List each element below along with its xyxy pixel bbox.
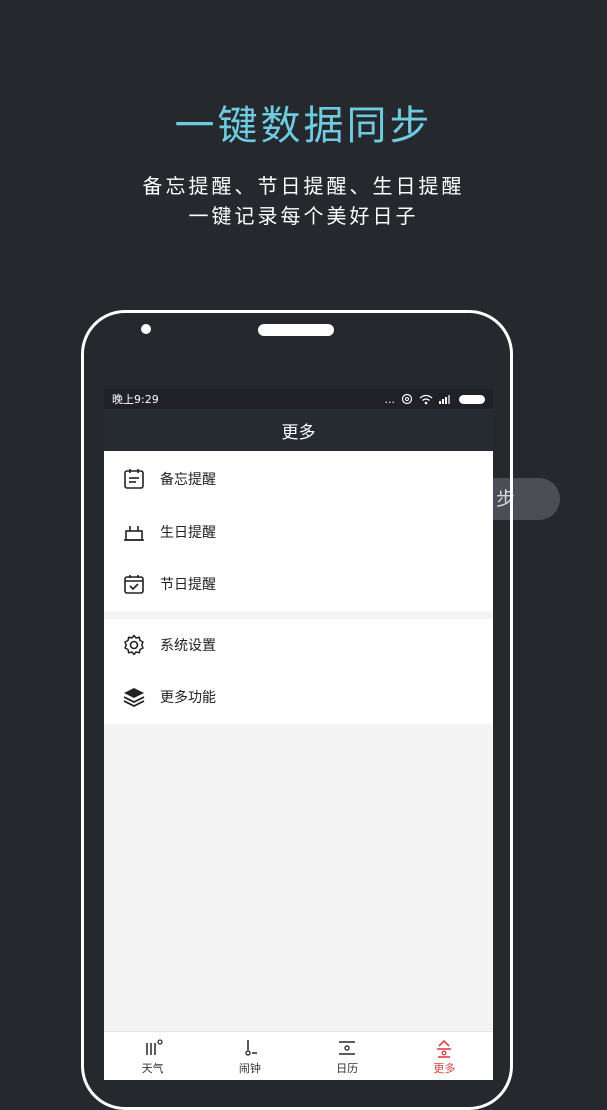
menu-item-settings[interactable]: 系统设置 [104, 619, 493, 672]
memo-icon [124, 469, 144, 490]
menu-item-birthday[interactable]: 生日提醒 [104, 506, 493, 559]
nav-bar: 更多 [104, 409, 493, 451]
promo-line-1: 备忘提醒、节日提醒、生日提醒 [142, 174, 465, 198]
gear-icon [124, 634, 144, 655]
calendar-check-icon [124, 575, 144, 595]
menu-group-reminders: 备忘提醒 生日提醒 节日提醒 [104, 451, 493, 611]
weather-icon [145, 1038, 163, 1055]
battery-icon [459, 394, 485, 404]
promo-line-2: 一键记录每个美好日子 [188, 204, 419, 228]
tab-label: 天气 [141, 1061, 164, 1075]
cake-icon [124, 525, 144, 541]
status-bar: 晚上9:29 ... [104, 389, 493, 409]
tab-label: 日历 [336, 1061, 359, 1075]
tab-alarm[interactable]: 闹钟 [215, 1037, 285, 1076]
menu-item-more-features[interactable]: 更多功能 [104, 671, 493, 724]
tab-label: 更多 [433, 1061, 456, 1075]
tab-label: 闹钟 [238, 1061, 261, 1075]
promo-headline: 一键数据同步 [174, 103, 433, 149]
phone-camera [141, 324, 151, 334]
menu-item-festival[interactable]: 节日提醒 [104, 558, 493, 611]
alarm-status-icon [401, 393, 413, 405]
layers-icon [123, 688, 145, 708]
tab-weather[interactable]: 天气 [118, 1037, 188, 1076]
menu-item-label: 生日提醒 [160, 524, 216, 541]
app-screen: 晚上9:29 ... 更多 备忘提醒 生日提醒 节日提醒 系统设置 更多功能 天… [104, 389, 493, 1080]
menu-item-label: 更多功能 [160, 690, 216, 707]
status-icons: ... [384, 392, 485, 406]
more-icon [437, 1039, 452, 1058]
menu-item-label: 节日提醒 [160, 577, 216, 594]
menu-item-label: 系统设置 [160, 637, 216, 654]
nav-title: 更多 [281, 422, 316, 443]
alarm-icon [245, 1039, 257, 1056]
phone-speaker [258, 324, 334, 336]
tab-more[interactable]: 更多 [409, 1037, 479, 1076]
wifi-icon [419, 394, 433, 404]
tab-calendar[interactable]: 日历 [312, 1037, 382, 1076]
status-time: 晚上9:29 [112, 393, 159, 406]
status-dots: ... [384, 392, 396, 406]
menu-item-memo[interactable]: 备忘提醒 [104, 453, 493, 506]
calendar-icon [339, 1040, 356, 1055]
tab-bar: 天气 闹钟 日历 更多 [104, 1031, 493, 1080]
signal-icon [439, 395, 450, 404]
menu-group-system: 系统设置 更多功能 [104, 618, 493, 724]
menu-item-label: 备忘提醒 [160, 472, 216, 489]
